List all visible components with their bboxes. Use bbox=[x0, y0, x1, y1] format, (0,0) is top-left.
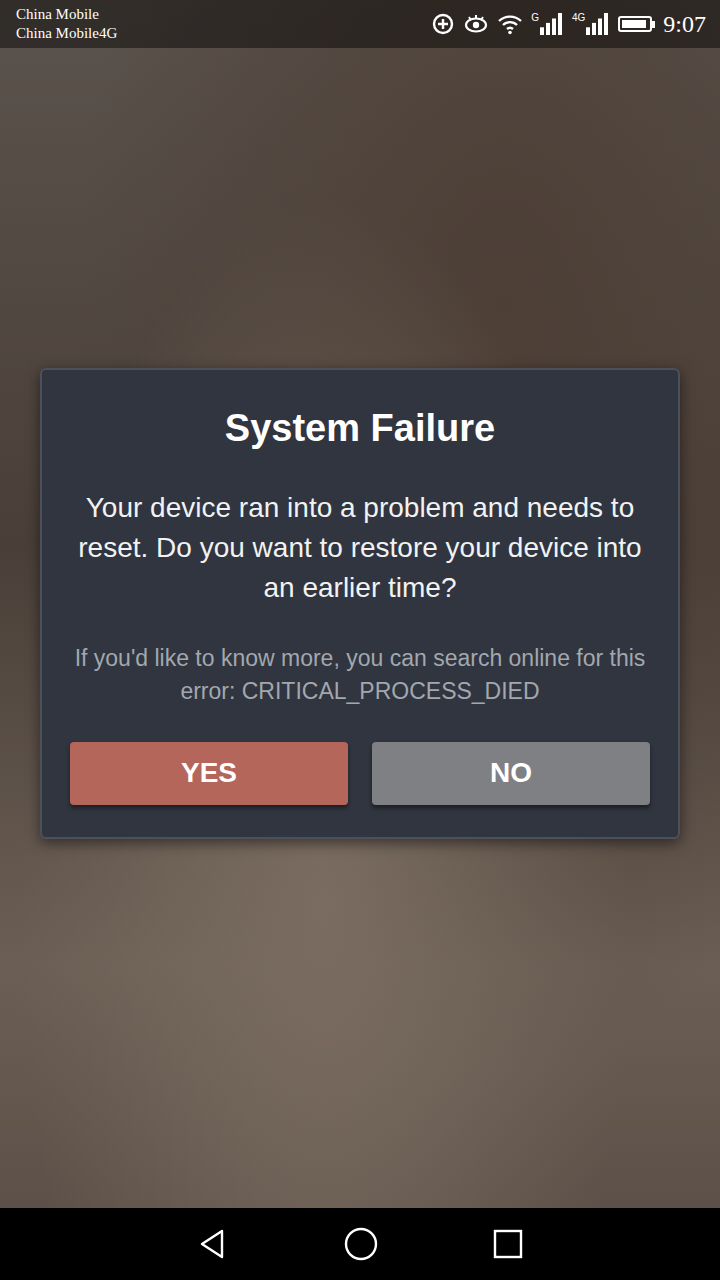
clock: 9:07 bbox=[663, 11, 706, 38]
dialog-title: System Failure bbox=[225, 404, 495, 452]
back-icon[interactable] bbox=[196, 1227, 230, 1261]
battery-cap bbox=[652, 21, 655, 28]
dialog-area: System Failure Your device ran into a pro… bbox=[0, 48, 720, 1208]
signal-bars-icon bbox=[540, 13, 564, 35]
signal-bars-icon bbox=[586, 13, 610, 35]
dialog-message: Your device ran into a problem and needs… bbox=[70, 488, 650, 608]
dialog-buttons: YES NO bbox=[70, 742, 650, 805]
signal-indicator: 4G bbox=[572, 13, 610, 35]
battery-body bbox=[618, 16, 652, 32]
recents-icon[interactable] bbox=[492, 1228, 524, 1260]
phone-screen: China MobileChina Mobile4G G 4G 9:07 System … bbox=[0, 0, 720, 1280]
dialog-button[interactable]: YES bbox=[70, 742, 348, 805]
network-type-label: G bbox=[531, 13, 539, 23]
carrier-list: China MobileChina Mobile4G bbox=[16, 5, 117, 43]
dialog-button[interactable]: NO bbox=[372, 742, 650, 805]
carrier-name: China Mobile4G bbox=[16, 24, 117, 43]
status-bar: China MobileChina Mobile4G G 4G 9:07 bbox=[0, 0, 720, 48]
carrier-name: China Mobile bbox=[16, 5, 117, 24]
system-failure-dialog: System Failure Your device ran into a pro… bbox=[40, 368, 680, 839]
signal-indicator: G bbox=[531, 13, 564, 35]
wallpaper-photo: China MobileChina Mobile4G G 4G 9:07 System … bbox=[0, 0, 720, 1208]
data-saver-icon bbox=[431, 12, 455, 36]
dialog-hint: If you'd like to know more, you can sear… bbox=[70, 642, 650, 708]
battery-fill bbox=[622, 20, 645, 28]
navigation-bar bbox=[0, 1208, 720, 1280]
status-icons: G 4G 9:07 bbox=[431, 11, 706, 38]
wifi-icon bbox=[497, 12, 523, 36]
network-type-label: 4G bbox=[572, 13, 585, 23]
eye-comfort-icon bbox=[463, 12, 489, 36]
home-icon[interactable] bbox=[343, 1226, 379, 1262]
battery-icon bbox=[618, 16, 655, 32]
